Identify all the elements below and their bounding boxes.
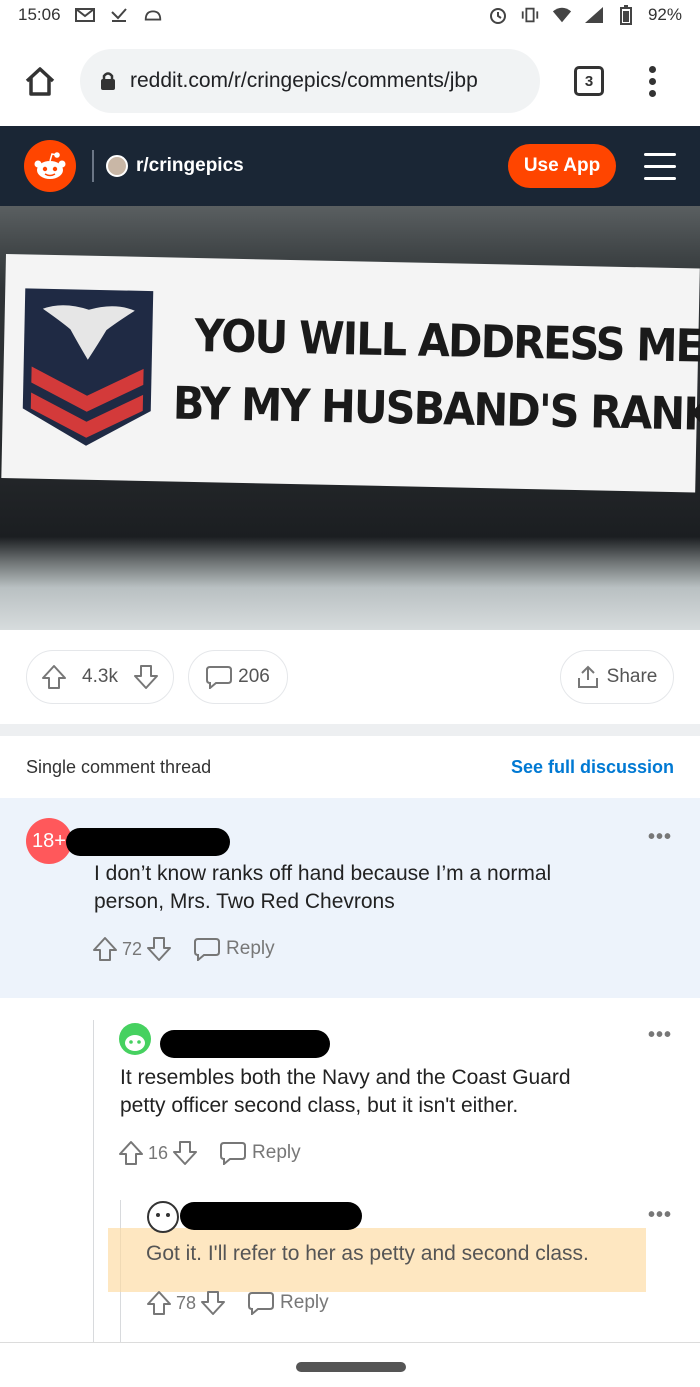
header-divider	[92, 150, 94, 182]
comment-line: It resembles both the Navy and the Coast…	[120, 1066, 571, 1089]
comment-actions: 16 Reply	[118, 1140, 301, 1166]
battery-percent: 92%	[647, 5, 682, 24]
browser-menu-button[interactable]	[646, 65, 658, 97]
bottom-divider	[0, 1342, 700, 1343]
hamburger-line	[644, 152, 676, 156]
menu-dot	[648, 77, 656, 85]
menu-dot	[648, 65, 656, 73]
comment-count: 206	[238, 666, 270, 687]
user-avatar-icon[interactable]	[146, 1200, 180, 1234]
downvote-icon[interactable]	[146, 936, 172, 962]
user-avatar-icon[interactable]	[118, 1022, 152, 1056]
comments-button[interactable]: 206	[188, 650, 288, 704]
alarm-icon	[488, 7, 508, 24]
home-icon	[25, 67, 55, 96]
cloud-icon	[143, 7, 163, 23]
thread-title: Single comment thread	[26, 756, 212, 777]
comment-icon	[206, 666, 233, 689]
comment-score: 78	[176, 1292, 197, 1313]
comment-actions: 72 Reply	[92, 936, 275, 962]
rank-insignia-icon	[20, 286, 155, 449]
bumper-sticker: YOU WILL ADDRESS ME BY MY HUSBAND'S RANK	[1, 254, 700, 493]
home-button[interactable]	[18, 59, 62, 103]
redacted-username	[180, 1202, 362, 1230]
vote-control: 4.3k	[26, 650, 174, 704]
redacted-username	[66, 828, 230, 856]
status-bar: 15:06 92%	[0, 0, 700, 30]
sticker-text: YOU WILL ADDRESS ME BY MY HUSBAND'S RANK	[172, 302, 700, 449]
use-app-button[interactable]: Use App	[508, 144, 616, 188]
share-label: Share	[606, 666, 658, 687]
gmail-icon	[74, 7, 95, 23]
status-time: 15:06	[18, 5, 61, 24]
thread-bar: Single comment thread See full discussio…	[0, 736, 700, 798]
reply-icon	[220, 1142, 247, 1165]
section-divider	[0, 724, 700, 736]
browser-toolbar: reddit.com/r/cringepics/comments/jbp 3	[0, 46, 700, 116]
see-full-discussion-link[interactable]: See full discussion	[511, 757, 674, 778]
reply-button[interactable]: Reply	[220, 1141, 301, 1165]
menu-dot	[648, 89, 656, 97]
share-icon	[577, 665, 598, 688]
comment-line: petty officer second class, but it isn't…	[120, 1094, 519, 1117]
post-image[interactable]: YOU WILL ADDRESS ME BY MY HUSBAND'S RANK	[0, 206, 700, 630]
share-button[interactable]: Share	[560, 650, 674, 704]
upvote-icon[interactable]	[146, 1290, 172, 1316]
downvote-icon[interactable]	[200, 1290, 226, 1316]
comment-score: 16	[148, 1142, 169, 1163]
post-score: 4.3k	[82, 666, 118, 687]
reply-label: Reply	[252, 1142, 301, 1163]
battery-icon	[616, 5, 636, 25]
reply-icon	[194, 938, 221, 961]
more-options-icon[interactable]: •••	[648, 1204, 672, 1227]
comment-line: I don’t know ranks off hand because I’m …	[94, 862, 552, 885]
sticker-line-1: YOU WILL ADDRESS ME	[194, 308, 700, 373]
comment-text: I don’t know ranks off hand because I’m …	[94, 860, 551, 916]
hamburger-line	[644, 176, 676, 180]
thread-line[interactable]	[93, 1020, 94, 1342]
downvote-icon[interactable]	[133, 664, 159, 690]
downvote-icon[interactable]	[172, 1140, 198, 1166]
gesture-nav-handle[interactable]	[296, 1362, 406, 1372]
comment-actions: 78 Reply	[146, 1290, 329, 1316]
hamburger-menu-icon[interactable]	[644, 152, 676, 180]
tab-switcher-button[interactable]: 3	[574, 66, 604, 96]
comment-text: Got it. I'll refer to her as petty and s…	[146, 1242, 589, 1265]
signal-icon	[584, 7, 604, 23]
upvote-icon[interactable]	[92, 936, 118, 962]
reply-button[interactable]: Reply	[248, 1291, 329, 1315]
reply-label: Reply	[226, 938, 275, 959]
comment-score: 72	[122, 938, 143, 959]
subreddit-name[interactable]: r/cringepics	[136, 155, 244, 177]
subreddit-avatar	[106, 155, 128, 177]
more-options-icon[interactable]: •••	[648, 826, 672, 849]
comment-text: It resembles both the Navy and the Coast…	[120, 1064, 571, 1120]
hamburger-line	[644, 164, 676, 168]
vibrate-icon	[520, 7, 540, 23]
reply-button[interactable]: Reply	[194, 937, 275, 961]
wifi-icon	[552, 7, 572, 23]
address-bar[interactable]: reddit.com/r/cringepics/comments/jbp	[80, 49, 540, 113]
reddit-logo-icon[interactable]	[24, 140, 76, 192]
download-check-icon	[109, 7, 129, 23]
post-action-bar: 4.3k 206 Share	[0, 650, 700, 706]
upvote-icon[interactable]	[118, 1140, 144, 1166]
comment-line: person, Mrs. Two Red Chevrons	[94, 890, 395, 913]
lock-icon	[101, 72, 115, 90]
reddit-header: r/cringepics Use App	[0, 126, 700, 206]
more-options-icon[interactable]: •••	[648, 1024, 672, 1047]
url-text: reddit.com/r/cringepics/comments/jbp	[130, 69, 478, 92]
reply-icon	[248, 1292, 275, 1315]
upvote-icon[interactable]	[41, 664, 67, 690]
sticker-line-2: BY MY HUSBAND'S RANK	[172, 376, 700, 441]
reply-label: Reply	[280, 1292, 329, 1313]
redacted-username	[160, 1030, 330, 1058]
